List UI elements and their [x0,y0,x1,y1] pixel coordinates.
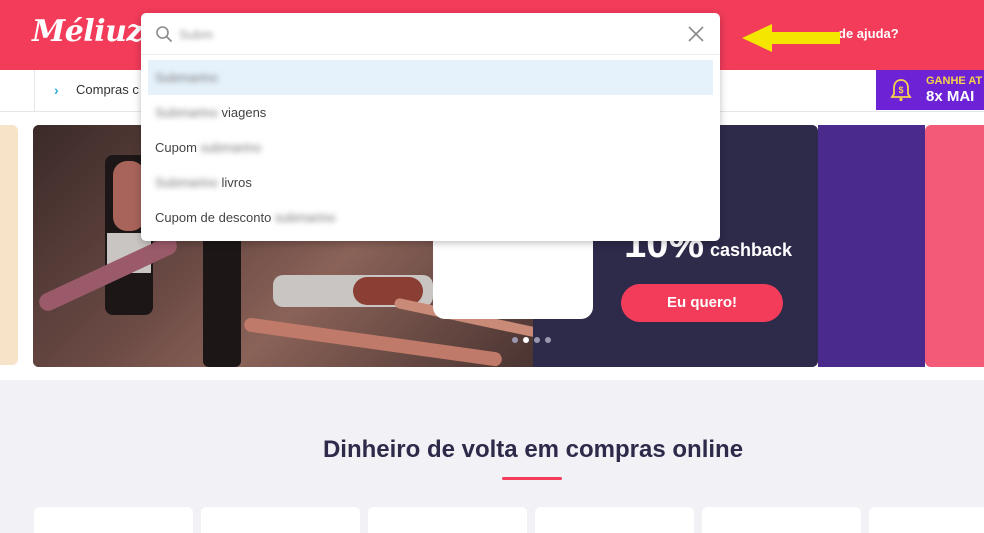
suggestion-item[interactable]: Cupom submarino [148,130,713,165]
title-underline [502,477,562,480]
section-title: Dinheiro de volta em compras online [322,436,744,463]
suggestion-term: submarino [274,210,336,225]
eu-quero-button[interactable]: Eu quero! [621,284,783,322]
suggestion-list: Submarino Submarino viagens Cupom submar… [148,60,713,235]
help-link[interactable]: de ajuda? [838,26,899,41]
nav-divider [34,70,35,112]
suggestion-item[interactable]: Submarino viagens [148,95,713,130]
arrow-left-icon [742,24,840,52]
suggestion-item[interactable]: Cupom de desconto submarino [148,200,713,235]
suggestion-item[interactable]: Submarino [148,60,713,95]
search-input[interactable] [179,24,659,44]
meliuz-logo[interactable]: Méliuz [32,14,143,49]
carousel-next-card[interactable] [818,125,925,367]
suggestion-rest: livros [217,175,252,190]
svg-text:$: $ [898,85,903,95]
store-cards [34,507,984,533]
nav-link-compras[interactable]: Compras c [76,82,139,97]
store-card[interactable] [368,507,527,533]
promo-line-1: GANHE AT [926,75,983,87]
search-dropdown: Submarino Submarino viagens Cupom submar… [141,13,720,241]
store-card[interactable] [201,507,360,533]
search-bar [141,13,720,55]
chevron-right-icon[interactable]: › [54,82,59,98]
suggestion-rest: viagens [217,105,267,120]
store-card[interactable] [535,507,694,533]
promo-banner[interactable]: $ GANHE AT 8x MAI [876,70,984,110]
carousel-prev-card[interactable] [0,125,18,365]
suggestion-term: Submarino [155,70,218,85]
carousel-dot[interactable] [512,337,518,343]
store-card[interactable] [869,507,984,533]
carousel-dot[interactable] [545,337,551,343]
promo-line-2: 8x MAI [926,88,975,105]
suggestion-prefix: Cupom de desconto [155,210,275,225]
carousel-dot[interactable] [534,337,540,343]
cashback-label: cashback [710,240,793,260]
search-icon [156,26,172,42]
suggestion-term: submarino [200,140,262,155]
suggestion-term: Submarino [155,105,218,120]
suggestion-item[interactable]: Submarino livros [148,165,713,200]
close-icon[interactable] [687,25,705,43]
carousel-next-card-2[interactable] [925,125,984,367]
suggestion-prefix: Cupom [155,140,201,155]
carousel-dot-active[interactable] [523,337,529,343]
carousel-dots [512,337,551,343]
suggestion-term: Submarino [155,175,218,190]
store-card[interactable] [34,507,193,533]
bell-dollar-icon: $ [890,79,912,102]
store-card[interactable] [702,507,861,533]
